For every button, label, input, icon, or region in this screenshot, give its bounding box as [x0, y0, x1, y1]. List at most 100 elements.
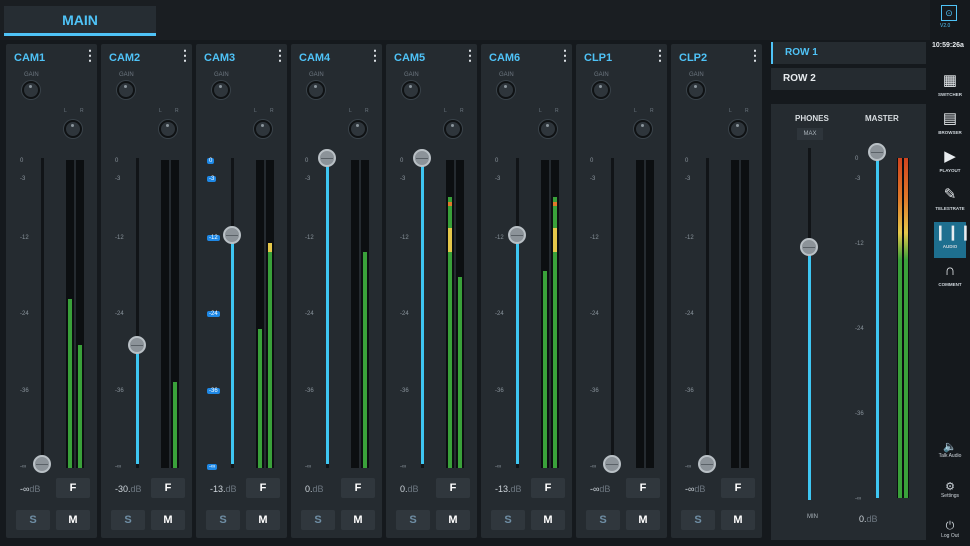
fader-f-button[interactable]: F — [436, 478, 470, 498]
knob-indicator — [219, 85, 222, 88]
nav-comment[interactable]: ∩ COMMENT — [934, 260, 966, 296]
channel-name[interactable]: CLP2 — [679, 52, 707, 64]
switcher-icon: ▦ — [942, 72, 958, 89]
fader-handle[interactable] — [128, 335, 146, 354]
channel-name[interactable]: CAM5 — [394, 52, 425, 64]
nav-switcher[interactable]: ▦ SWITCHER — [934, 70, 966, 106]
pan-knob[interactable] — [254, 120, 272, 138]
gain-knob[interactable] — [22, 81, 40, 99]
solo-button[interactable]: S — [396, 510, 430, 530]
master-fader-handle[interactable] — [868, 143, 886, 161]
pan-knob[interactable] — [159, 120, 177, 138]
fader-handle[interactable] — [508, 225, 526, 244]
nav-browser[interactable]: ▤ BROWSER — [934, 108, 966, 144]
scale-tick: -36 — [590, 387, 599, 394]
pan-knob[interactable] — [444, 120, 462, 138]
scale-tick: -3 — [207, 176, 217, 183]
mute-button[interactable]: M — [436, 510, 470, 530]
channel-name[interactable]: CAM1 — [14, 52, 45, 64]
level-meter — [456, 160, 464, 468]
more-options-icon[interactable]: ⋮ — [653, 48, 667, 62]
channel-strip: CAM1 ⋮ GAIN L R 0 -3 -12 -24 -36 -∞ -∞dB F S M — [6, 44, 97, 538]
fader-handle[interactable] — [223, 225, 241, 244]
solo-button[interactable]: S — [16, 510, 50, 530]
level-meter — [256, 160, 264, 468]
mute-button[interactable]: M — [721, 510, 755, 530]
mute-button[interactable]: M — [246, 510, 280, 530]
solo-button[interactable]: S — [586, 510, 620, 530]
mute-button[interactable]: M — [341, 510, 375, 530]
app-logo-icon[interactable]: ⊙ — [941, 5, 957, 21]
scale-tick: -36 — [115, 387, 124, 394]
gain-knob[interactable] — [497, 81, 515, 99]
more-options-icon[interactable]: ⋮ — [368, 48, 382, 62]
fader-handle[interactable] — [603, 455, 621, 473]
mute-button[interactable]: M — [531, 510, 565, 530]
nav-settings[interactable]: ⚙ Settings — [932, 480, 968, 499]
solo-button[interactable]: S — [491, 510, 525, 530]
more-options-icon[interactable]: ⋮ — [463, 48, 477, 62]
db-value: -∞ — [685, 484, 695, 494]
nav-telestrate[interactable]: ✎ TELESTRATE — [934, 184, 966, 220]
fader-f-button[interactable]: F — [341, 478, 375, 498]
master-meter-channel — [904, 158, 908, 498]
knob-indicator — [546, 124, 549, 127]
nav-audio[interactable]: ❙❙❙ AUDIO — [934, 222, 970, 258]
gain-knob[interactable] — [592, 81, 610, 99]
fader-f-button[interactable]: F — [56, 478, 90, 498]
gain-knob[interactable] — [307, 81, 325, 99]
fader-f-button[interactable]: F — [246, 478, 280, 498]
nav-playout[interactable]: ▶ PLAYOUT — [934, 146, 966, 182]
mute-button[interactable]: M — [56, 510, 90, 530]
fader-f-button[interactable]: F — [151, 478, 185, 498]
more-options-icon[interactable]: ⋮ — [83, 48, 97, 62]
mute-button[interactable]: M — [151, 510, 185, 530]
nav-log-out[interactable]: ⏻ Log Out — [932, 520, 968, 539]
gain-knob[interactable] — [402, 81, 420, 99]
nav-talk-audio[interactable]: 🔈 Talk Audio — [932, 440, 968, 459]
more-options-icon[interactable]: ⋮ — [558, 48, 572, 62]
fader-handle[interactable] — [33, 455, 51, 473]
pan-knob[interactable] — [539, 120, 557, 138]
fader-f-button[interactable]: F — [531, 478, 565, 498]
fader-handle[interactable] — [698, 455, 716, 473]
pan-knob[interactable] — [349, 120, 367, 138]
pan-knob[interactable] — [634, 120, 652, 138]
level-meter — [646, 160, 654, 468]
channel-name[interactable]: CAM6 — [489, 52, 520, 64]
row-2-button[interactable]: ROW 2 — [771, 68, 926, 90]
solo-button[interactable]: S — [206, 510, 240, 530]
phones-fader-fill — [808, 246, 811, 500]
gain-knob[interactable] — [117, 81, 135, 99]
channel-name[interactable]: CLP1 — [584, 52, 612, 64]
meter-level — [543, 270, 547, 468]
phones-fader-handle[interactable] — [800, 237, 818, 256]
fader-f-button[interactable]: F — [721, 478, 755, 498]
channel-name[interactable]: CAM3 — [204, 52, 235, 64]
tab-main[interactable]: MAIN — [4, 6, 156, 36]
more-options-icon[interactable]: ⋮ — [748, 48, 762, 62]
solo-button[interactable]: S — [301, 510, 335, 530]
more-options-icon[interactable]: ⋮ — [178, 48, 192, 62]
lr-label: L R — [444, 108, 470, 114]
pan-knob[interactable] — [729, 120, 747, 138]
channel-name[interactable]: CAM2 — [109, 52, 140, 64]
fader-f-button[interactable]: F — [626, 478, 660, 498]
nav-label: PLAYOUT — [939, 168, 961, 173]
fader-handle[interactable] — [318, 149, 336, 167]
solo-button[interactable]: S — [111, 510, 145, 530]
solo-button[interactable]: S — [681, 510, 715, 530]
more-options-icon[interactable]: ⋮ — [273, 48, 287, 62]
row-1-button[interactable]: ROW 1 — [771, 42, 926, 64]
db-unit: dB — [225, 484, 237, 494]
scale-tick: -3 — [305, 176, 311, 183]
mute-button[interactable]: M — [626, 510, 660, 530]
gain-knob[interactable] — [687, 81, 705, 99]
clock: 10:59:26a — [932, 42, 964, 49]
db-readout: -∞dB — [685, 484, 705, 494]
fader-handle[interactable] — [413, 149, 431, 167]
channel-name[interactable]: CAM4 — [299, 52, 330, 64]
gain-knob[interactable] — [212, 81, 230, 99]
pan-knob[interactable] — [64, 120, 82, 138]
scale-tick: -12 — [305, 234, 314, 241]
